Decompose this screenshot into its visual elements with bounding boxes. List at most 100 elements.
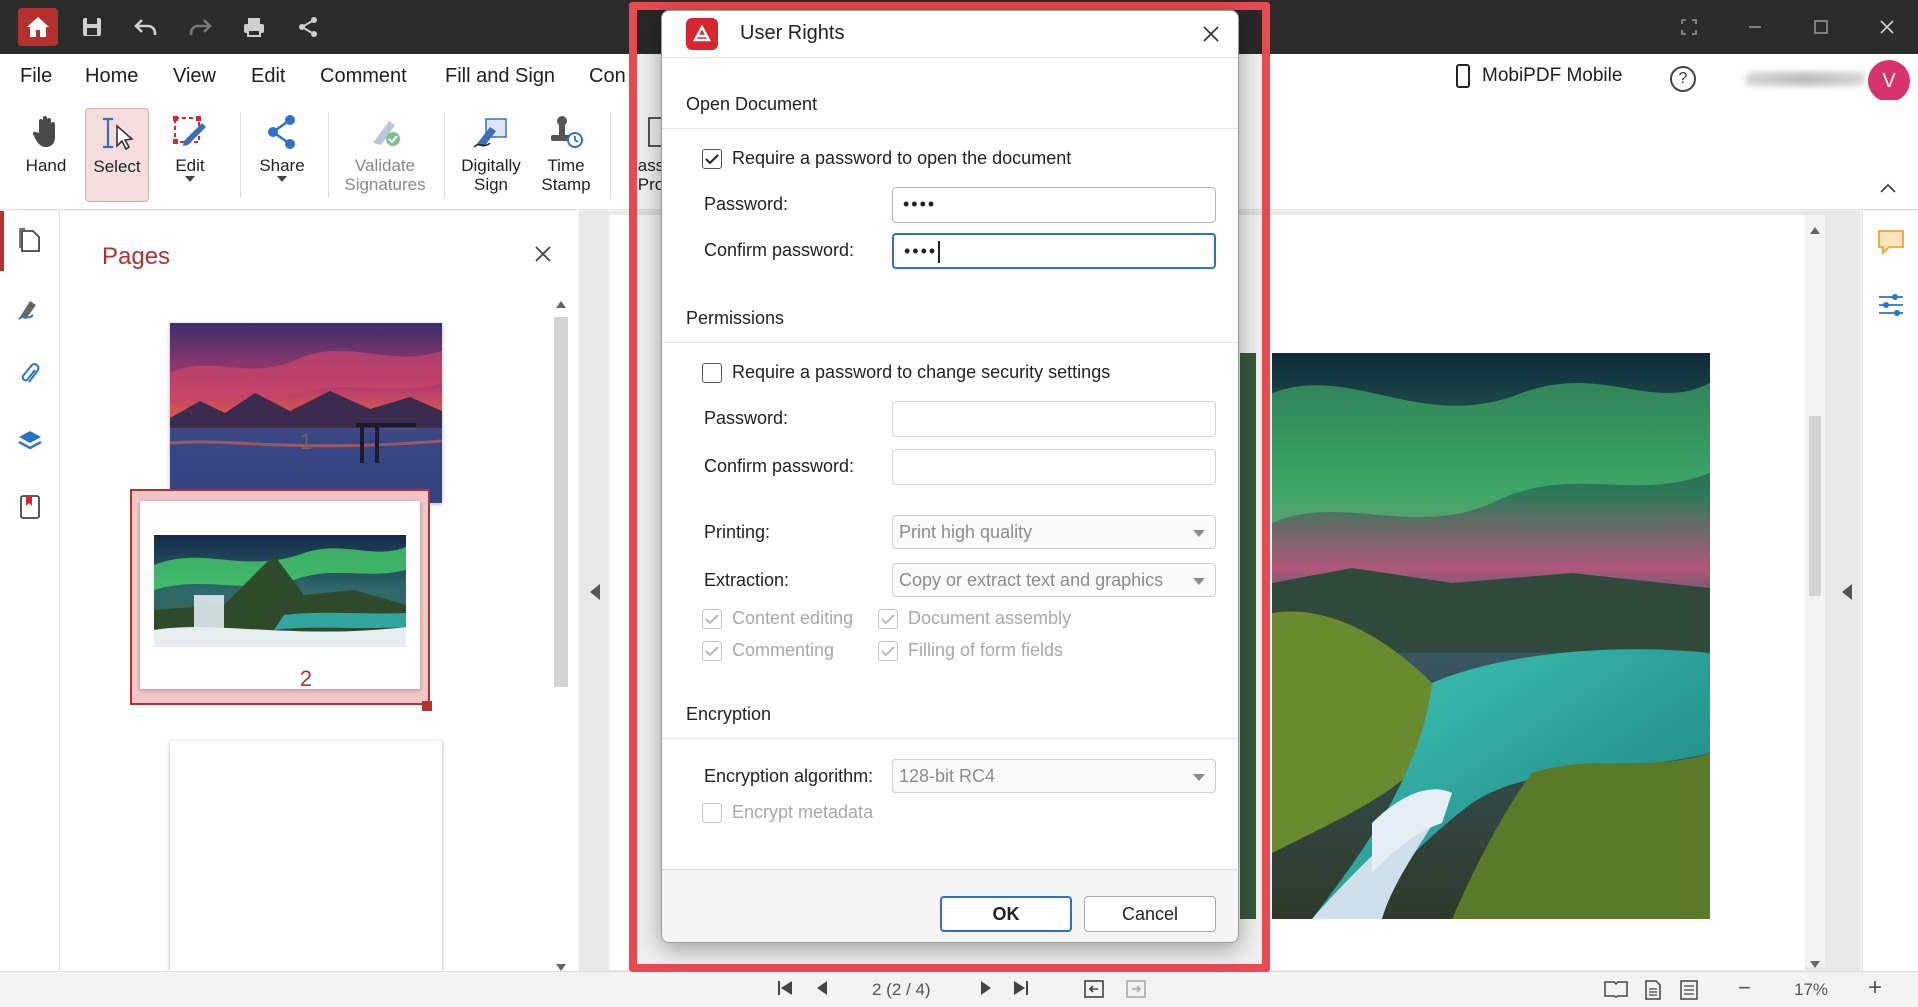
next-page-icon[interactable] <box>980 980 992 1001</box>
scroll-up-icon[interactable] <box>556 295 566 313</box>
open-confirm-password-input[interactable]: •••• <box>892 233 1216 269</box>
menu-view[interactable]: View <box>173 65 216 88</box>
pages-panel: Pages 1 2 <box>60 211 580 971</box>
collapse-right-panel-icon[interactable] <box>1842 584 1852 605</box>
page-indicator[interactable]: 2 (2 / 4) <box>872 980 931 1000</box>
menu-convert[interactable]: Con <box>589 65 626 88</box>
checkbox-checked[interactable] <box>702 148 722 169</box>
printing-select[interactable]: Print high quality <box>892 515 1216 549</box>
share-tool-button[interactable]: Share <box>250 108 314 202</box>
zoom-in-button[interactable]: + <box>1868 974 1882 1002</box>
maximize-icon[interactable] <box>1806 12 1836 42</box>
select-tool-button[interactable]: Select <box>85 108 149 202</box>
close-window-icon[interactable] <box>1872 12 1902 42</box>
layers-panel-icon[interactable] <box>14 425 46 457</box>
redo-icon[interactable] <box>180 8 220 46</box>
share-icon[interactable] <box>288 8 328 46</box>
checkmark-icon <box>881 613 895 624</box>
time-stamp-button[interactable]: Time Stamp <box>534 108 598 202</box>
validate-signature-icon <box>373 121 400 146</box>
digitally-sign-button[interactable]: Digitally Sign <box>456 108 526 202</box>
dialog-body: Open Document Require a password to open… <box>662 57 1238 869</box>
encryption-algorithm-select[interactable]: 128-bit RC4 <box>892 759 1216 793</box>
checkbox-unchecked[interactable] <box>702 362 722 383</box>
avatar[interactable]: V <box>1868 60 1910 102</box>
first-page-icon[interactable] <box>778 980 792 1001</box>
commenting-checkbox[interactable]: Commenting <box>702 640 834 661</box>
menu-home[interactable]: Home <box>85 65 138 88</box>
text-caret <box>938 241 941 264</box>
extraction-select[interactable]: Copy or extract text and graphics <box>892 563 1216 597</box>
require-open-password-checkbox[interactable]: Require a password to open the document <box>702 148 1071 169</box>
encrypt-metadata-checkbox[interactable]: Encrypt metadata <box>702 802 873 823</box>
require-security-password-checkbox[interactable]: Require a password to change security se… <box>702 362 1110 383</box>
page-thumbnail-2[interactable] <box>140 501 420 689</box>
menu-file[interactable]: File <box>20 65 52 88</box>
digitally-label-line1: Digitally <box>461 156 521 175</box>
mobipdf-mobile-link[interactable]: MobiPDF Mobile <box>1456 64 1622 88</box>
page-thumbnail-3[interactable] <box>170 741 442 971</box>
content-editing-checkbox[interactable]: Content editing <box>702 608 853 629</box>
sunset-lake-image <box>170 323 442 503</box>
dialog-close-icon[interactable] <box>1196 19 1226 49</box>
document-scrollbar-thumb[interactable] <box>1809 416 1821 596</box>
checkbox-checked-disabled[interactable] <box>878 608 898 629</box>
permissions-heading: Permissions <box>686 308 785 328</box>
minimize-icon[interactable] <box>1740 12 1770 42</box>
checkbox-checked-disabled[interactable] <box>878 640 898 661</box>
ok-button[interactable]: OK <box>940 896 1072 932</box>
previous-view-icon[interactable] <box>1084 980 1104 1003</box>
home-icon[interactable] <box>18 8 58 46</box>
resize-handle[interactable] <box>422 701 432 711</box>
permissions-password-input[interactable] <box>892 401 1216 437</box>
open-document-heading: Open Document <box>686 94 818 114</box>
edit-tool-button[interactable]: Edit <box>158 108 222 202</box>
zoom-level[interactable]: 17% <box>1794 980 1828 1000</box>
checkbox-unchecked-disabled[interactable] <box>702 802 722 823</box>
collapse-ribbon-icon[interactable] <box>1880 180 1896 198</box>
filling-form-fields-checkbox[interactable]: Filling of form fields <box>878 640 1063 661</box>
printing-label: Printing: <box>704 522 771 542</box>
next-view-icon[interactable] <box>1126 980 1146 1003</box>
last-page-icon[interactable] <box>1014 980 1028 1001</box>
text-select-icon <box>103 117 134 150</box>
permissions-password-label: Password: <box>704 408 789 428</box>
zoom-out-button[interactable]: − <box>1738 975 1751 1001</box>
document-assembly-checkbox[interactable]: Document assembly <box>878 608 1071 629</box>
dialog-title: User Rights <box>740 22 845 44</box>
previous-page-icon[interactable] <box>816 980 828 1001</box>
permissions-confirm-password-input[interactable] <box>892 449 1216 485</box>
cancel-button[interactable]: Cancel <box>1084 896 1216 932</box>
extraction-select-value: Copy or extract text and graphics <box>899 570 1164 590</box>
aurora-landscape-image <box>1272 353 1710 919</box>
help-icon[interactable]: ? <box>1670 66 1696 92</box>
page-thumbnail-1[interactable] <box>170 323 442 503</box>
comment-icon[interactable] <box>1877 229 1905 260</box>
close-pages-panel-icon[interactable] <box>528 239 558 269</box>
doc-scroll-up-icon[interactable] <box>1810 221 1820 239</box>
checkbox-checked-disabled[interactable] <box>702 608 722 629</box>
print-icon[interactable] <box>234 8 274 46</box>
ribbon-separator <box>444 112 445 198</box>
bookmarks-panel-icon[interactable] <box>14 491 46 523</box>
validate-signatures-button[interactable]: Validate Signatures <box>340 108 430 202</box>
select-label: Select <box>93 157 141 176</box>
collapse-left-panel-icon[interactable] <box>590 584 600 605</box>
single-page-view-icon[interactable] <box>1644 980 1662 1005</box>
menu-comment[interactable]: Comment <box>320 65 407 88</box>
menu-edit[interactable]: Edit <box>251 65 285 88</box>
pages-panel-icon[interactable] <box>14 225 46 257</box>
pages-scrollbar-thumb[interactable] <box>554 317 568 687</box>
properties-sliders-icon[interactable] <box>1877 293 1905 322</box>
save-icon[interactable] <box>72 8 112 46</box>
hand-tool-button[interactable]: Hand <box>14 108 78 202</box>
attachments-panel-icon[interactable] <box>14 359 46 391</box>
menu-fill-and-sign[interactable]: Fill and Sign <box>445 65 555 88</box>
reading-mode-icon[interactable] <box>1604 980 1628 1003</box>
signatures-panel-icon[interactable] <box>14 293 46 325</box>
fullscreen-icon[interactable] <box>1674 12 1704 42</box>
open-password-input[interactable]: •••• <box>892 187 1216 223</box>
undo-icon[interactable] <box>126 8 166 46</box>
checkbox-checked-disabled[interactable] <box>702 640 722 661</box>
continuous-view-icon[interactable] <box>1680 980 1698 1005</box>
